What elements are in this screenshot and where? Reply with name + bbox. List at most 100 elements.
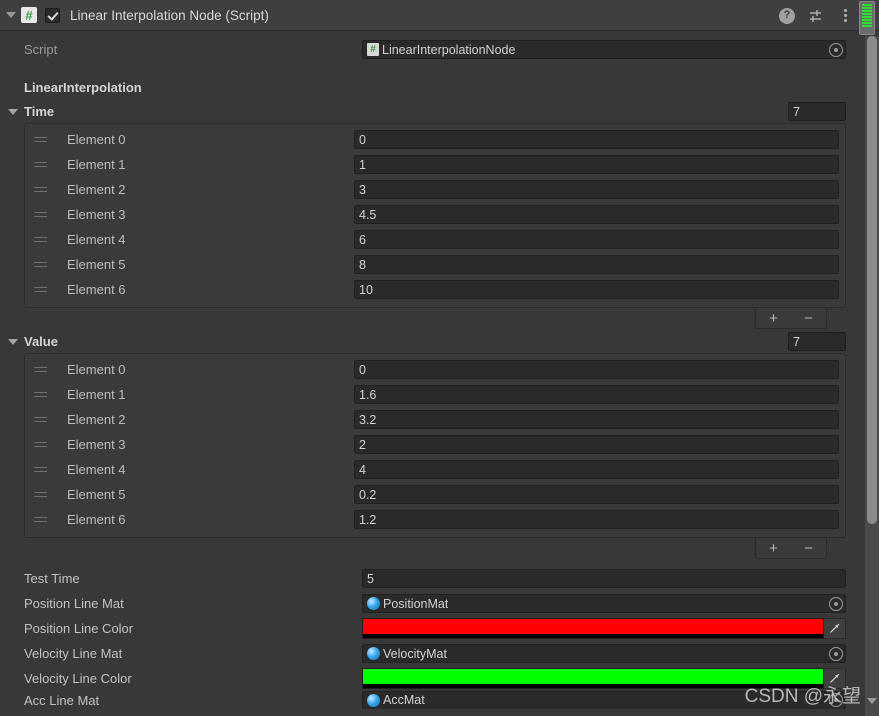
- object-picker-icon[interactable]: [829, 646, 843, 661]
- drag-handle-icon[interactable]: [34, 442, 48, 447]
- element-value-field[interactable]: 8: [354, 255, 839, 274]
- more-menu-icon[interactable]: [837, 8, 853, 24]
- script-field[interactable]: LinearInterpolationNode: [362, 40, 846, 59]
- element-label: Element 5: [67, 487, 126, 502]
- list-item[interactable]: Element 5 8: [25, 252, 845, 277]
- scroll-down-arrow-icon[interactable]: [867, 698, 877, 704]
- inspector-scrollbar[interactable]: [865, 36, 879, 716]
- color-swatch[interactable]: [363, 669, 823, 684]
- array-footer-value: + −: [24, 538, 846, 560]
- component-foldout-triangle-icon[interactable]: [6, 12, 16, 18]
- eyedropper-icon[interactable]: [824, 668, 846, 689]
- color-swatch[interactable]: [363, 619, 823, 634]
- drag-handle-icon[interactable]: [34, 367, 48, 372]
- color-alpha-bar: [363, 684, 823, 688]
- drag-handle-icon[interactable]: [34, 492, 48, 497]
- component-enabled-checkbox[interactable]: [45, 7, 60, 23]
- list-item[interactable]: Element 3 2: [25, 432, 845, 457]
- element-label: Element 6: [67, 512, 126, 527]
- section-title: LinearInterpolation: [24, 79, 142, 95]
- drag-handle-icon[interactable]: [34, 137, 48, 142]
- list-item[interactable]: Element 4 6: [25, 227, 845, 252]
- list-item[interactable]: Element 2 3: [25, 177, 845, 202]
- element-value-field[interactable]: 3: [354, 180, 839, 199]
- help-icon[interactable]: [779, 7, 795, 24]
- drag-handle-icon[interactable]: [34, 187, 48, 192]
- position-line-mat-field[interactable]: PositionMat: [362, 594, 846, 613]
- preset-icon[interactable]: [808, 8, 824, 24]
- element-value-field[interactable]: 0: [354, 130, 839, 149]
- velocity-line-mat-value: VelocityMat: [383, 646, 447, 661]
- element-label: Element 4: [67, 232, 126, 247]
- array-name-value: Value: [24, 334, 58, 349]
- element-value-field[interactable]: 4.5: [354, 205, 839, 224]
- add-element-button[interactable]: +: [769, 541, 778, 556]
- element-value-field[interactable]: 0: [354, 360, 839, 379]
- list-item[interactable]: Element 2 3.2: [25, 407, 845, 432]
- element-value-field[interactable]: 10: [354, 280, 839, 299]
- csharp-script-icon: [21, 7, 37, 23]
- drag-handle-icon[interactable]: [34, 162, 48, 167]
- drag-handle-icon[interactable]: [34, 417, 48, 422]
- element-label: Element 5: [67, 257, 126, 272]
- component-header[interactable]: Linear Interpolation Node (Script): [0, 0, 879, 31]
- drag-handle-icon[interactable]: [34, 467, 48, 472]
- test-time-field[interactable]: 5: [362, 569, 846, 588]
- array-size-time[interactable]: 7: [788, 102, 846, 121]
- drag-handle-icon[interactable]: [34, 212, 48, 217]
- element-value-field[interactable]: 3.2: [354, 410, 839, 429]
- drag-handle-icon[interactable]: [34, 392, 48, 397]
- position-line-color-field[interactable]: [362, 618, 846, 639]
- element-label: Element 1: [67, 157, 126, 172]
- scrollbar-thumb[interactable]: [867, 36, 877, 524]
- foldout-triangle-icon[interactable]: [8, 108, 18, 115]
- list-item[interactable]: Element 3 4.5: [25, 202, 845, 227]
- element-value-field[interactable]: 4: [354, 460, 839, 479]
- add-element-button[interactable]: +: [769, 311, 778, 326]
- script-label: Script: [24, 42, 58, 57]
- element-value-field[interactable]: 1.6: [354, 385, 839, 404]
- drag-handle-icon[interactable]: [34, 517, 48, 522]
- element-value-field[interactable]: 2: [354, 435, 839, 454]
- remove-element-button[interactable]: −: [804, 311, 813, 326]
- list-item[interactable]: Element 0 0: [25, 127, 845, 152]
- drag-handle-icon[interactable]: [34, 237, 48, 242]
- object-picker-icon[interactable]: [829, 693, 843, 707]
- list-item[interactable]: Element 4 4: [25, 457, 845, 482]
- list-item[interactable]: Element 1 1.6: [25, 382, 845, 407]
- acc-line-mat-label: Acc Line Mat: [24, 692, 100, 708]
- element-label: Element 3: [67, 437, 126, 452]
- element-label: Element 2: [67, 412, 126, 427]
- list-item[interactable]: Element 6 10: [25, 277, 845, 302]
- list-item[interactable]: Element 0 0: [25, 357, 845, 382]
- eyedropper-icon[interactable]: [824, 618, 846, 639]
- array-foldout-time[interactable]: Time 7: [0, 100, 865, 123]
- velocity-line-mat-field[interactable]: VelocityMat: [362, 644, 846, 663]
- list-item[interactable]: Element 5 0.2: [25, 482, 845, 507]
- array-foldout-value[interactable]: Value 7: [0, 330, 865, 353]
- object-picker-icon[interactable]: [829, 42, 843, 57]
- array-size-value[interactable]: 7: [788, 332, 846, 351]
- list-item[interactable]: Element 1 1: [25, 152, 845, 177]
- element-label: Element 0: [67, 132, 126, 147]
- acc-line-mat-field[interactable]: AccMat: [362, 691, 846, 709]
- element-value-field[interactable]: 1.2: [354, 510, 839, 529]
- element-value-field[interactable]: 0.2: [354, 485, 839, 504]
- property-row-acc-line-mat: Acc Line Mat AccMat: [0, 691, 865, 709]
- velocity-line-color-field[interactable]: [362, 668, 846, 689]
- element-value-field[interactable]: 6: [354, 230, 839, 249]
- inspector-content: Script LinearInterpolationNode LinearInt…: [0, 31, 865, 716]
- position-line-color-label: Position Line Color: [24, 621, 134, 636]
- property-row-test-time: Test Time 5: [0, 566, 865, 591]
- component-title: Linear Interpolation Node (Script): [70, 7, 269, 23]
- element-label: Element 0: [67, 362, 126, 377]
- drag-handle-icon[interactable]: [34, 287, 48, 292]
- remove-element-button[interactable]: −: [804, 541, 813, 556]
- element-value-field[interactable]: 1: [354, 155, 839, 174]
- drag-handle-icon[interactable]: [34, 262, 48, 267]
- object-picker-icon[interactable]: [829, 596, 843, 611]
- acc-line-mat-value: AccMat: [383, 693, 425, 707]
- foldout-triangle-icon[interactable]: [8, 338, 18, 345]
- list-item[interactable]: Element 6 1.2: [25, 507, 845, 532]
- array-list-time: Element 0 0 Element 1 1 Element 2 3 Elem…: [24, 123, 846, 308]
